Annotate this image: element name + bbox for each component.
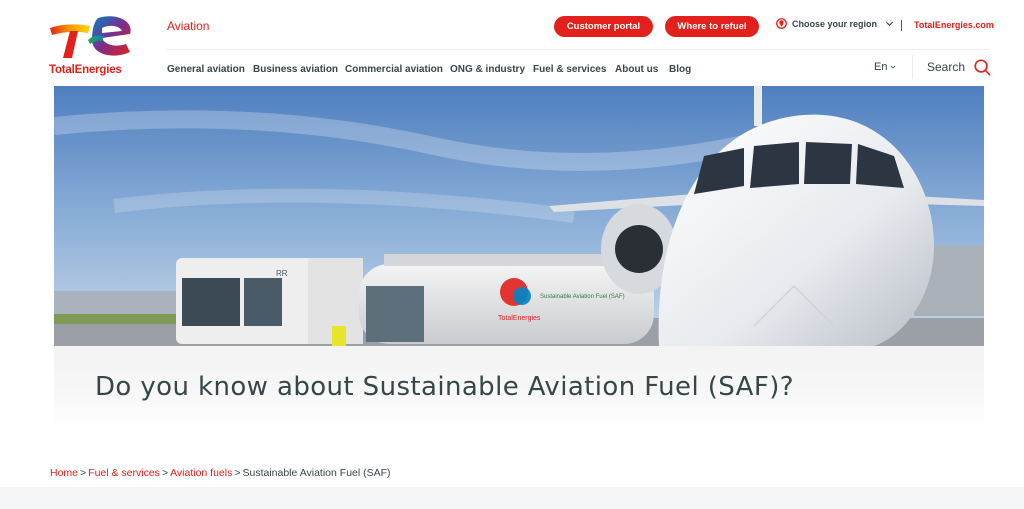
- tanker-saf-text: Sustainable Aviation Fuel (SAF): [540, 294, 625, 300]
- search-icon: [974, 59, 991, 76]
- main-nav: General aviation Business aviation Comme…: [167, 64, 691, 75]
- breadcrumb-fuel-services[interactable]: Fuel & services: [88, 467, 160, 479]
- header-divider: [901, 20, 902, 31]
- where-to-refuel-button[interactable]: Where to refuel: [665, 16, 759, 37]
- customer-portal-button[interactable]: Customer portal: [554, 16, 653, 37]
- breadcrumb-aviation-fuels[interactable]: Aviation fuels: [170, 467, 232, 479]
- hero-image: RR Sustainable Aviation Fuel (SAF) Total…: [54, 86, 984, 346]
- nav-general-aviation[interactable]: General aviation: [167, 64, 253, 75]
- breadcrumb-separator: >: [234, 467, 241, 479]
- nav-business-aviation[interactable]: Business aviation: [253, 64, 345, 75]
- breadcrumb-separator: >: [80, 467, 87, 479]
- page-title: Do you know about Sustainable Aviation F…: [95, 372, 794, 402]
- nav-blog[interactable]: Blog: [669, 64, 691, 75]
- breadcrumb-current: Sustainable Aviation Fuel (SAF): [242, 467, 391, 479]
- chevron-down-icon: [890, 65, 896, 69]
- totalenergies-logo[interactable]: TotalEnergies: [48, 14, 138, 78]
- nav-about-us[interactable]: About us: [615, 64, 669, 75]
- search-label: Search: [927, 60, 966, 74]
- header-divider-line: [167, 49, 989, 50]
- location-pin-icon: [776, 18, 787, 29]
- nav-fuel-services[interactable]: Fuel & services: [533, 64, 615, 75]
- breadcrumb-home[interactable]: Home: [50, 467, 78, 479]
- section-label-aviation[interactable]: Aviation: [167, 19, 209, 33]
- tanker-brand-text: TotalEnergies: [498, 315, 541, 322]
- nav-ong-industry[interactable]: ONG & industry: [450, 64, 533, 75]
- language-selector[interactable]: En: [874, 61, 896, 73]
- truck-plate-text: RR: [276, 269, 288, 278]
- breadcrumb-separator: >: [161, 467, 169, 479]
- search-button[interactable]: Search: [927, 58, 991, 76]
- chevron-down-icon: [885, 21, 894, 27]
- region-label: Choose your region: [792, 18, 878, 29]
- search-divider: [912, 55, 913, 79]
- language-label: En: [874, 61, 888, 73]
- region-selector[interactable]: Choose your region: [776, 18, 894, 29]
- content-band: [0, 487, 1024, 509]
- logo-mark-icon: [50, 16, 131, 58]
- nav-commercial-aviation[interactable]: Commercial aviation: [345, 64, 450, 75]
- breadcrumb: Home > Fuel & services > Aviation fuels …: [50, 467, 391, 479]
- totalenergies-com-link[interactable]: TotalEnergies.com: [914, 20, 994, 30]
- logo-text: TotalEnergies: [49, 64, 122, 76]
